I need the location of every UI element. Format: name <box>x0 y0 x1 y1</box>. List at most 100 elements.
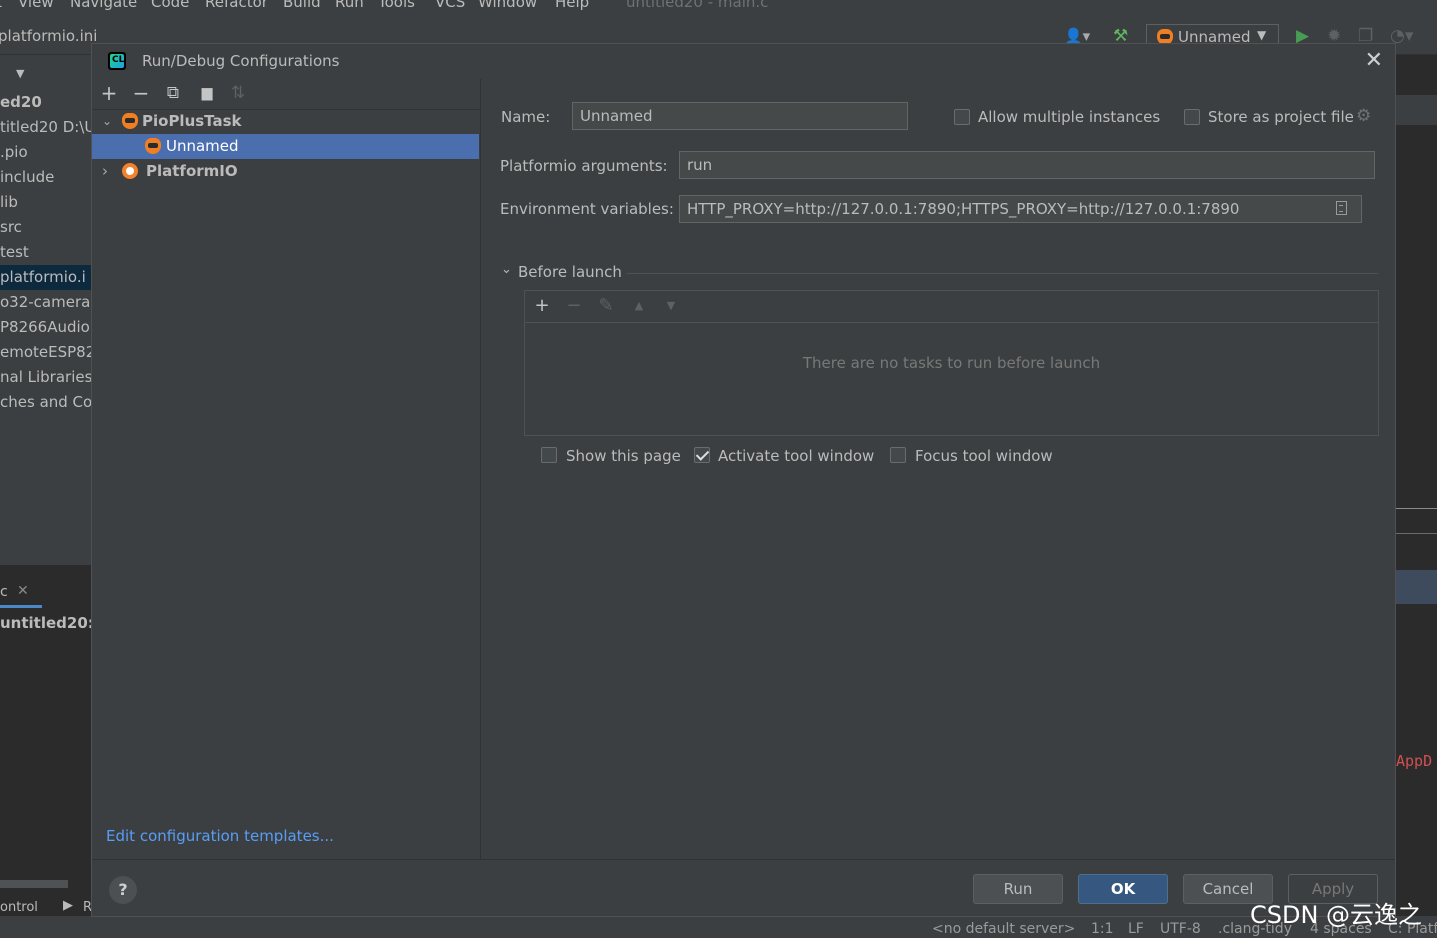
divider <box>1396 533 1437 534</box>
status-bar: <no default server> 1:1 LF UTF-8 .clang-… <box>0 916 1437 938</box>
tree-item-unnamed[interactable]: Unnamed <box>92 134 479 159</box>
project-tree-item[interactable]: ches and Con <box>0 393 91 411</box>
status-position[interactable]: 1:1 <box>1091 921 1114 937</box>
window-title: untitled20 - main.c <box>626 0 769 11</box>
project-tool-window: ▼ ed20 titled20 D:\U .pio include lib sr… <box>0 55 91 565</box>
status-encoding[interactable]: UTF-8 <box>1160 921 1201 937</box>
section-separator <box>626 273 1378 274</box>
chevron-down-icon: ▼ <box>1257 28 1267 42</box>
gear-icon[interactable]: ⚙ <box>1356 106 1371 126</box>
chevron-down-icon[interactable]: ⌄ <box>102 109 112 134</box>
before-launch-title[interactable]: Before launch <box>518 263 622 281</box>
project-tree-item[interactable]: ed20 <box>0 93 42 111</box>
close-icon[interactable]: ✕ <box>1365 48 1383 73</box>
run-debug-configurations-dialog: CL Run/Debug Configurations ✕ + − ⧉ ▆ ⇅ … <box>91 43 1396 917</box>
remove-task-button[interactable]: − <box>563 294 585 318</box>
watermark: CSDN @云逸之 <box>1250 901 1423 929</box>
divider <box>1396 508 1437 509</box>
close-icon[interactable]: ✕ <box>17 583 29 599</box>
menu-item-partial: t <box>0 0 2 11</box>
before-launch-toolbar: + − ✎ ▲ ▼ <box>525 291 1378 323</box>
play-icon[interactable]: ▶ <box>63 898 73 913</box>
project-tree-item[interactable]: nal Libraries <box>0 368 91 386</box>
breadcrumb-file[interactable]: platformio.ini <box>0 27 97 45</box>
activate-tool-window-label[interactable]: Activate tool window <box>718 447 874 465</box>
dialog-footer: ? Run OK Cancel Apply <box>92 859 1395 918</box>
bottom-tool-window: c ✕ untitled20: fi ontrol ▶ R <box>0 575 110 938</box>
code-snippet: AppD <box>1396 752 1433 770</box>
chevron-down-icon[interactable]: ▼ <box>16 67 24 80</box>
show-this-page-checkbox[interactable] <box>541 447 557 463</box>
tool-strip-label[interactable]: ontrol <box>0 900 38 915</box>
remove-configuration-button[interactable]: − <box>129 81 153 105</box>
logo-text: CL <box>112 55 125 65</box>
copy-configuration-button[interactable]: ⧉ <box>161 81 185 105</box>
menu-navigate[interactable]: Navigate <box>70 0 137 11</box>
add-task-button[interactable]: + <box>531 294 553 318</box>
clion-logo-icon: CL <box>108 52 126 70</box>
move-up-icon[interactable]: ▲ <box>628 294 650 318</box>
folder-icon[interactable]: ▆ <box>195 81 219 105</box>
tree-group-platformio[interactable]: › PlatformIO <box>92 159 479 184</box>
allow-multiple-instances-checkbox[interactable] <box>954 109 970 125</box>
menu-bar: t View Navigate Code Refactor Build Run … <box>0 0 1437 22</box>
menu-window[interactable]: Window <box>478 0 537 11</box>
bottom-tab[interactable]: c <box>0 584 8 600</box>
project-tree-item[interactable]: .pio <box>0 143 28 161</box>
sort-icon[interactable]: ⇅ <box>226 81 250 105</box>
menu-vcs[interactable]: VCS <box>435 0 465 11</box>
status-line-ending[interactable]: LF <box>1128 921 1144 937</box>
name-label: Name: <box>501 108 551 126</box>
ok-button[interactable]: OK <box>1078 874 1168 904</box>
menu-tools[interactable]: Tools <box>378 0 415 11</box>
horizontal-scrollbar[interactable] <box>0 880 68 888</box>
platformio-icon <box>122 113 138 129</box>
allow-multiple-instances-label[interactable]: Allow multiple instances <box>978 108 1160 126</box>
menu-refactor[interactable]: Refactor <box>205 0 268 11</box>
before-launch-task-list: + − ✎ ▲ ▼ There are no tasks to run befo… <box>524 290 1379 436</box>
status-server[interactable]: <no default server> <box>932 921 1075 937</box>
activate-tool-window-checkbox[interactable] <box>694 447 710 463</box>
project-tree-item[interactable]: test <box>0 243 29 261</box>
edit-configuration-templates-link[interactable]: Edit configuration templates... <box>106 827 334 845</box>
project-tree-item[interactable]: emoteESP82 <box>0 343 91 361</box>
tree-group-pioplustask[interactable]: ⌄ PioPlusTask <box>92 109 479 134</box>
platformio-arguments-label: Platformio arguments: <box>500 157 668 175</box>
menu-help[interactable]: Help <box>555 0 589 11</box>
show-this-page-label[interactable]: Show this page <box>566 447 681 465</box>
project-tree-item[interactable]: lib <box>0 193 18 211</box>
project-tree-item[interactable]: include <box>0 168 54 186</box>
project-tree-item[interactable]: P8266Audio <box>0 318 90 336</box>
platformio-arguments-field[interactable]: run <box>679 151 1375 179</box>
dialog-title: Run/Debug Configurations <box>142 52 340 70</box>
environment-variables-label: Environment variables: <box>500 200 674 218</box>
focus-tool-window-checkbox[interactable] <box>890 447 906 463</box>
menu-build[interactable]: Build <box>283 0 321 11</box>
configuration-editor-pane: Name: Unnamed Allow multiple instances S… <box>481 79 1395 859</box>
project-tree-item[interactable]: o32-camera <box>0 293 90 311</box>
tree-group-label: PioPlusTask <box>142 112 242 130</box>
chevron-down-icon[interactable]: ⌄ <box>501 262 512 277</box>
focus-tool-window-label[interactable]: Focus tool window <box>915 447 1053 465</box>
project-tree-item[interactable]: src <box>0 218 22 236</box>
help-button[interactable]: ? <box>109 876 137 904</box>
edit-task-icon[interactable]: ✎ <box>595 294 617 318</box>
run-button[interactable]: Run <box>973 874 1063 904</box>
menu-code[interactable]: Code <box>151 0 189 11</box>
menu-view[interactable]: View <box>18 0 54 11</box>
project-tree-item[interactable]: titled20 D:\U <box>0 118 91 136</box>
chevron-right-icon[interactable]: › <box>102 159 108 184</box>
menu-run[interactable]: Run <box>335 0 364 11</box>
configurations-tree-pane: + − ⧉ ▆ ⇅ ⌄ PioPlusTask Unnamed › Platfo… <box>92 79 481 859</box>
active-tab-indicator <box>0 605 42 608</box>
store-as-project-file-checkbox[interactable] <box>1184 109 1200 125</box>
edit-variables-icon[interactable] <box>1336 201 1347 215</box>
move-down-icon[interactable]: ▼ <box>660 294 682 318</box>
platformio-logo-icon <box>122 163 138 179</box>
environment-variables-field[interactable]: HTTP_PROXY=http://127.0.0.1:7890;HTTPS_P… <box>679 195 1362 223</box>
store-as-project-file-label[interactable]: Store as project file <box>1208 108 1354 126</box>
project-tree-item-selected[interactable]: platformio.i <box>0 265 91 290</box>
name-field[interactable]: Unnamed <box>572 102 908 130</box>
add-configuration-button[interactable]: + <box>97 81 121 105</box>
empty-tasks-message: There are no tasks to run before launch <box>802 354 1101 372</box>
